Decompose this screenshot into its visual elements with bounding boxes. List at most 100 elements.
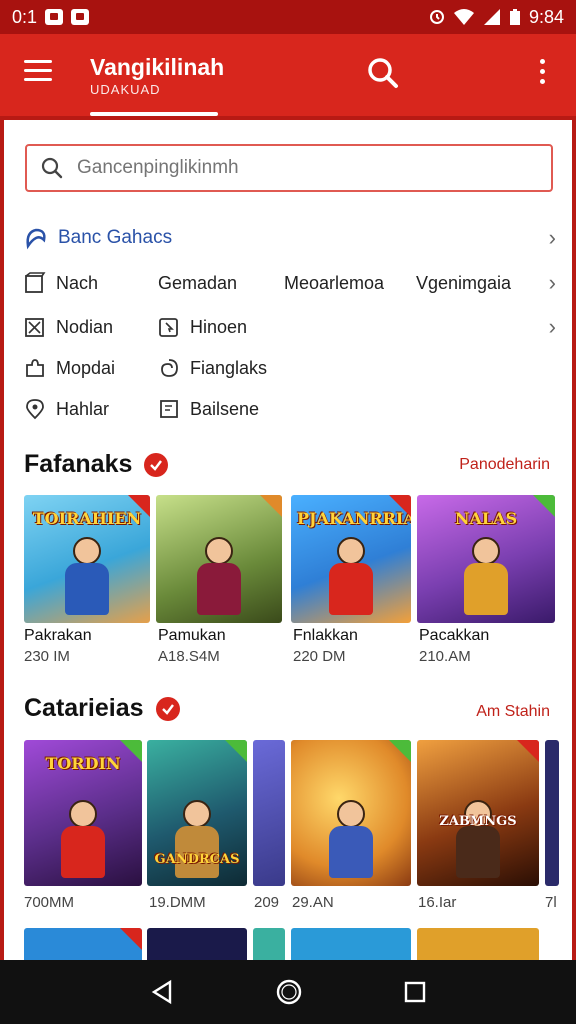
category-row: Nodian Hinoen ›: [24, 312, 556, 342]
game-tile[interactable]: NALAS: [417, 495, 555, 623]
status-bar: 0:1 9:84: [0, 0, 576, 34]
game-size: 700MM: [24, 894, 75, 911]
game-tile[interactable]: ZABMNGS: [417, 740, 539, 886]
game-tile[interactable]: [545, 740, 559, 886]
category-row: Hahlar Bailsene: [24, 394, 556, 424]
game-tile[interactable]: [147, 928, 247, 960]
category-item[interactable]: Gemadan: [158, 273, 284, 294]
game-character-art: [323, 537, 379, 615]
game-art-title: TOIRAHIEN: [32, 509, 142, 528]
catalog-see-all-link[interactable]: Am Stahin: [476, 703, 550, 721]
game-size: 29.AN: [292, 894, 334, 911]
game-size: 220 DM: [293, 648, 346, 665]
game-character-art: [59, 537, 115, 615]
search-input[interactable]: [77, 157, 497, 179]
verified-badge-icon: [144, 452, 169, 477]
game-tile[interactable]: TORDIN: [24, 740, 142, 886]
catalog-title: Catarieias: [24, 694, 144, 722]
corner-badge: [120, 740, 142, 762]
game-tile[interactable]: [253, 928, 285, 960]
game-tile[interactable]: GANDRCAS: [147, 740, 247, 886]
corner-badge: [260, 495, 282, 517]
game-character-art: [191, 537, 247, 615]
featured-see-all-link[interactable]: Panodeharin: [459, 456, 550, 474]
more-options-icon[interactable]: [532, 56, 552, 90]
notification-icon: [45, 9, 64, 25]
chevron-right-icon[interactable]: ›: [549, 314, 556, 340]
game-size: 210.AM: [419, 648, 471, 665]
category-item[interactable]: Nodian: [24, 316, 158, 338]
game-character-art: [458, 537, 514, 615]
search-icon[interactable]: [366, 56, 400, 90]
categories-header[interactable]: Banc Gahacs ›: [24, 224, 556, 252]
category-label: Mopdai: [56, 357, 116, 378]
game-tile[interactable]: [24, 928, 142, 960]
game-size: 16.Iar: [418, 894, 457, 911]
category-item[interactable]: Nach: [24, 272, 158, 294]
corner-badge: [225, 740, 247, 762]
game-tile[interactable]: [156, 495, 282, 623]
game-size: 209: [254, 894, 280, 911]
search-field[interactable]: [25, 144, 553, 192]
game-size: 7l: [545, 894, 557, 911]
puzzle-icon: [26, 359, 44, 377]
game-name: Pamukan: [158, 627, 226, 644]
category-row: Nach Gemadan Meoarlemoa Vgenimgaia ›: [24, 268, 556, 298]
game-tile[interactable]: [253, 740, 285, 886]
category-item[interactable]: Mopdai: [24, 357, 158, 379]
corner-badge: [120, 928, 142, 950]
game-tile[interactable]: [417, 928, 539, 960]
status-time-left: 0:1: [12, 6, 38, 27]
game-art-title: ZABMNGS: [439, 814, 517, 829]
game-character-art: [323, 800, 379, 878]
game-character-art: [450, 800, 506, 878]
category-label: Nodian: [56, 316, 114, 337]
battery-icon: [509, 9, 520, 25]
content-card: Banc Gahacs › Nach Gemadan Meoarlemoa Vg…: [4, 120, 572, 960]
alarm-icon: [429, 10, 444, 24]
location-pin-icon: [26, 399, 44, 420]
categories-header-label: Banc Gahacs: [58, 227, 173, 248]
game-art-title: NALAS: [454, 509, 518, 528]
menu-icon[interactable]: [24, 60, 52, 82]
crossed-box-icon: [25, 318, 44, 337]
category-label: Vgenimgaia: [416, 272, 512, 293]
recents-icon[interactable]: [404, 981, 426, 1003]
corner-badge: [389, 740, 411, 762]
catalog-section-title: Catarieias: [24, 694, 180, 723]
notification-icon: [71, 9, 90, 25]
gamepad-icon: [26, 228, 46, 250]
chevron-right-icon[interactable]: ›: [549, 270, 556, 296]
game-tile[interactable]: TOIRAHIEN: [24, 495, 150, 623]
back-icon[interactable]: [150, 979, 174, 1005]
corner-badge: [389, 495, 411, 517]
category-row: Mopdai Fianglaks: [24, 353, 556, 383]
home-icon[interactable]: [275, 978, 303, 1006]
chevron-right-icon: ›: [548, 225, 556, 250]
cursor-box-icon: [159, 318, 178, 337]
cube-icon: [25, 272, 46, 293]
game-tile[interactable]: [291, 928, 411, 960]
game-tile[interactable]: PJAKANRRIA: [291, 495, 411, 623]
wifi-icon: [453, 9, 474, 25]
verified-badge-icon: [155, 696, 180, 721]
featured-section-title: Fafanaks: [24, 450, 169, 479]
category-item[interactable]: Hinoen: [158, 316, 318, 338]
app-bar: Vangikilinah UDAKUAD: [0, 34, 576, 116]
category-label: Hinoen: [190, 316, 248, 337]
category-item[interactable]: Vgenimgaia: [416, 273, 536, 294]
game-art-title: GANDRCAS: [154, 852, 240, 867]
game-name: Fnlakkan: [293, 627, 358, 644]
category-label: Bailsene: [190, 398, 260, 419]
signal-icon: [483, 9, 500, 25]
category-item[interactable]: Fianglaks: [158, 357, 338, 379]
featured-title: Fafanaks: [24, 450, 133, 478]
category-item[interactable]: Meoarlemoa: [284, 273, 416, 294]
corner-badge: [128, 495, 150, 517]
category-item[interactable]: Hahlar: [24, 398, 158, 420]
game-size: 19.DMM: [149, 894, 206, 911]
corner-badge: [533, 495, 555, 517]
category-item[interactable]: Bailsene: [158, 398, 338, 420]
app-title: Vangikilinah: [90, 54, 225, 80]
game-tile[interactable]: [291, 740, 411, 886]
